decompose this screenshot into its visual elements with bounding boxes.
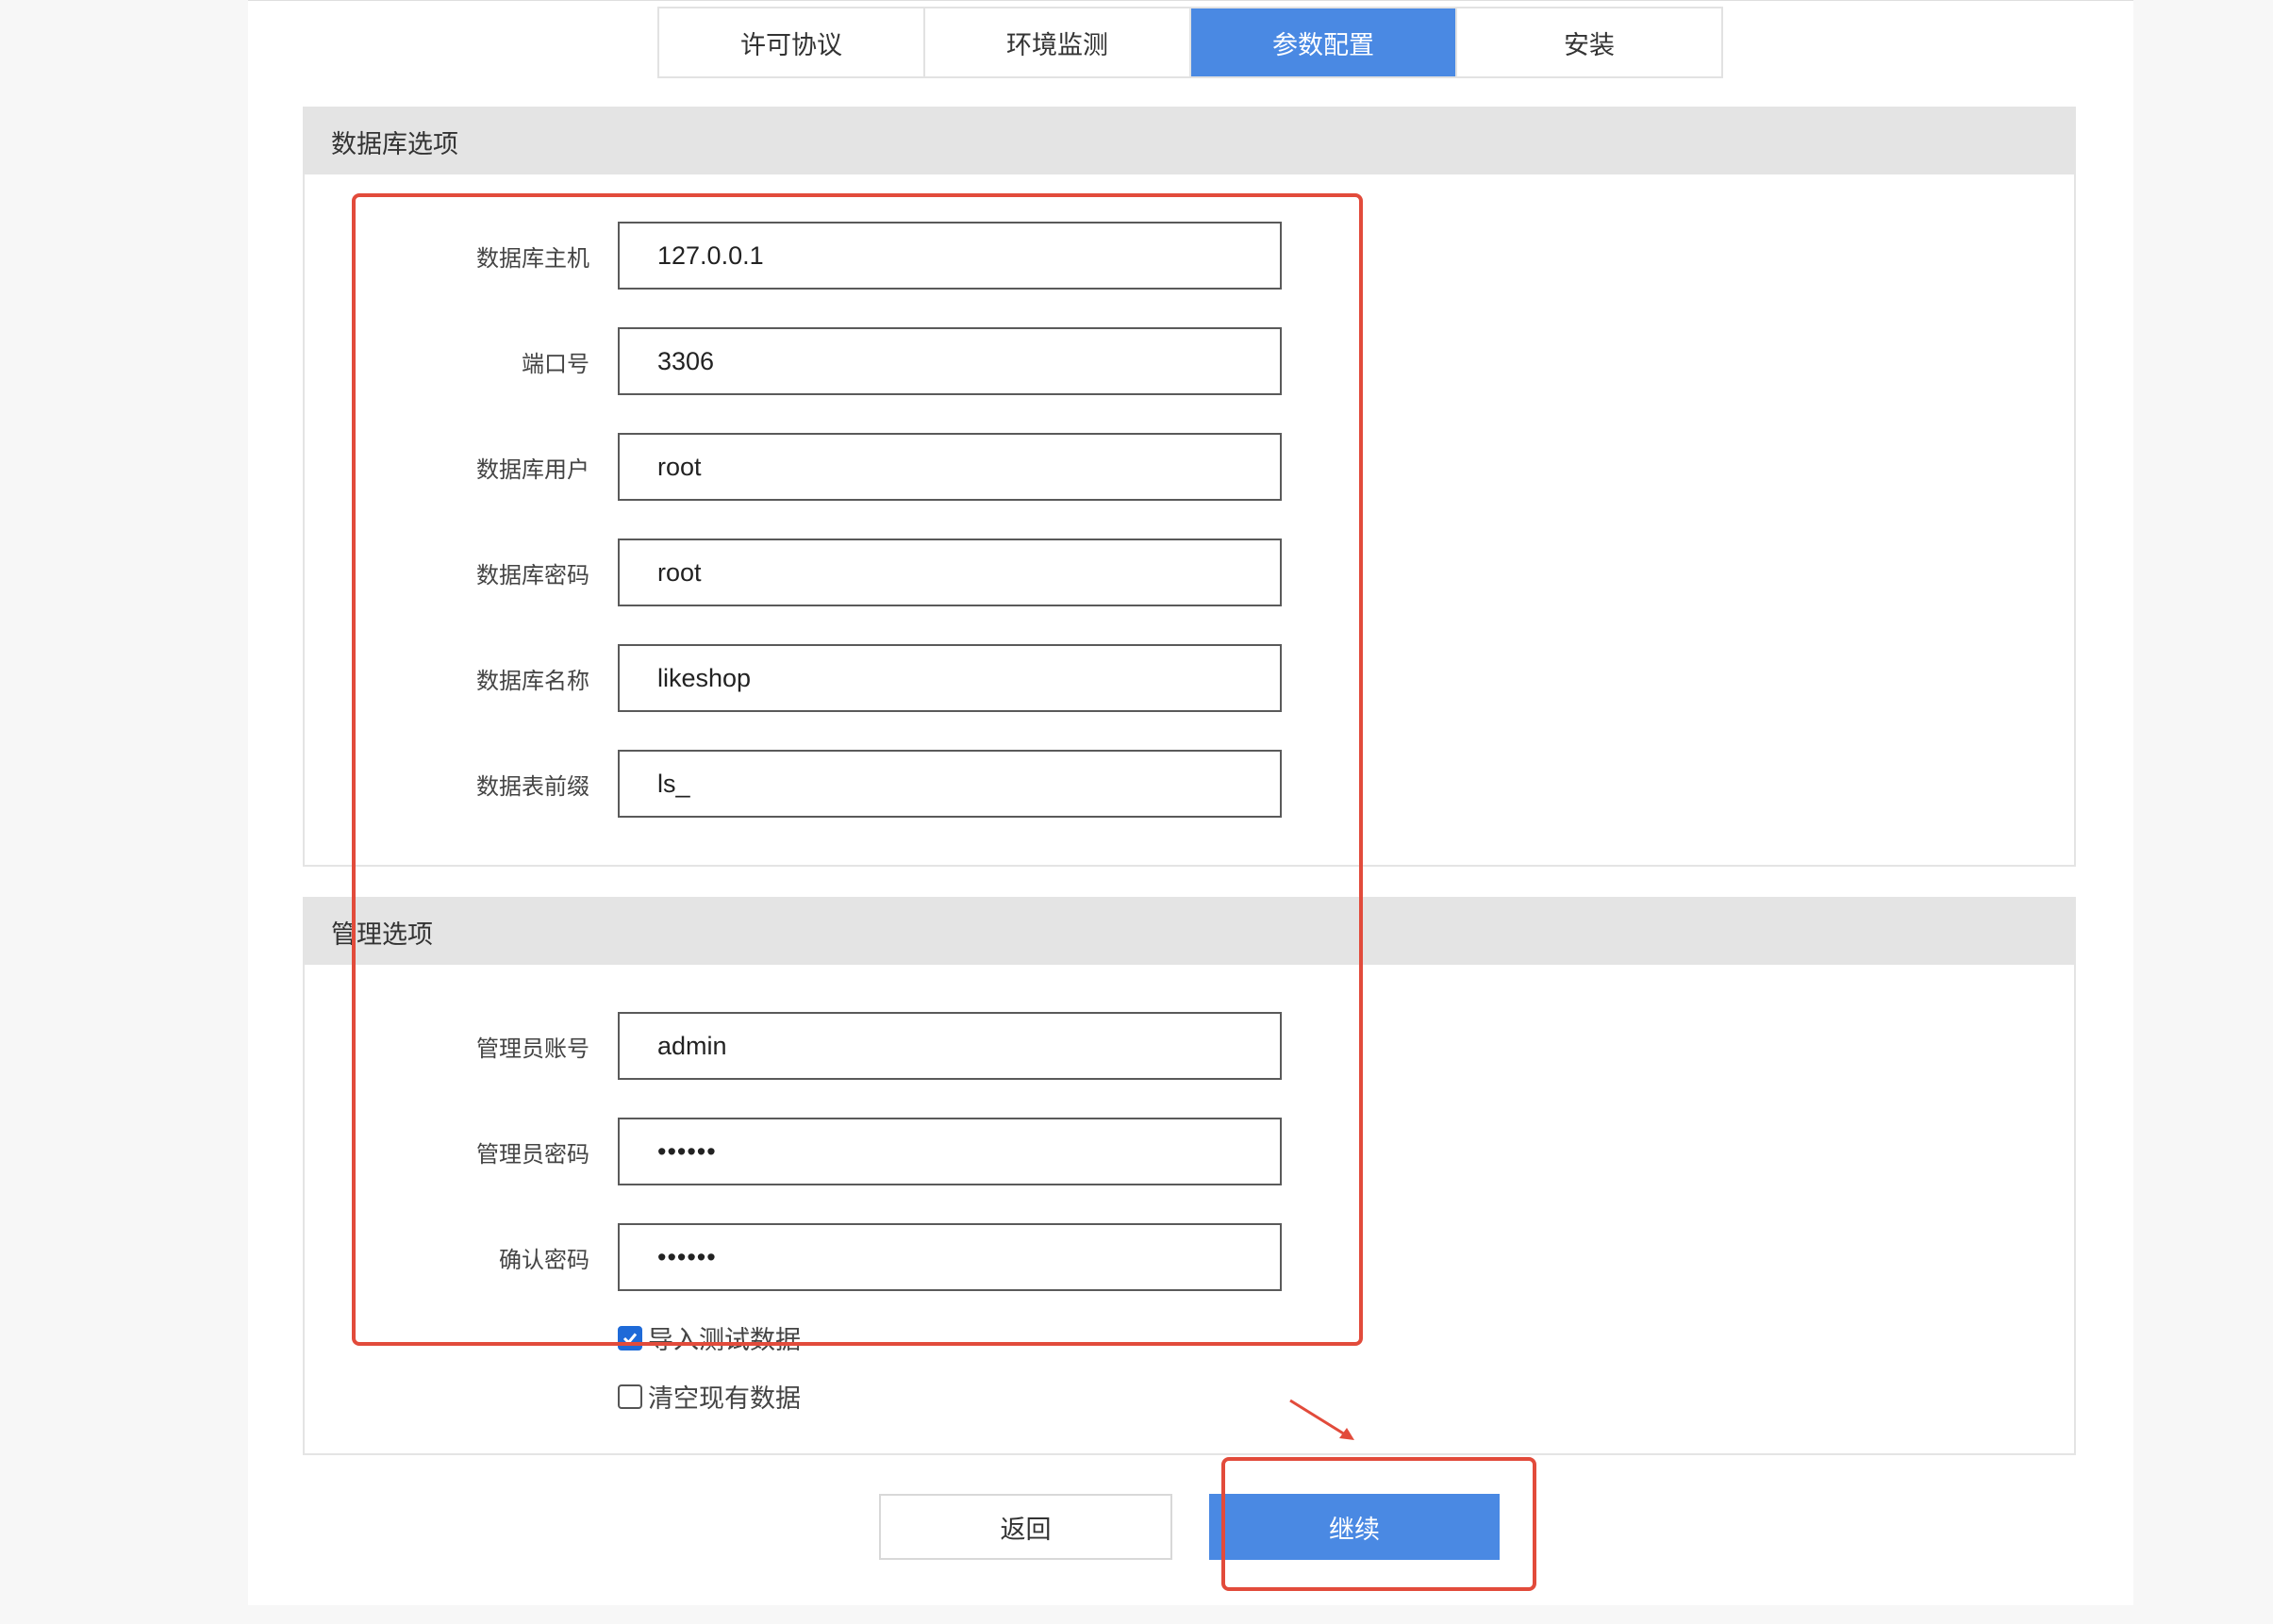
admin-account-label: 管理员账号 <box>476 1035 589 1062</box>
form-row-admin-password: 管理员密码 <box>305 1118 1282 1185</box>
import-test-data-checkbox[interactable]: 导入测试数据 <box>618 1319 801 1356</box>
install-wizard-page: 许可协议 环境监测 参数配置 安装 数据库选项 数据库主机 端口号 数据库用户 … <box>248 0 2133 1605</box>
db-port-label: 端口号 <box>522 350 589 377</box>
db-name-input[interactable] <box>618 644 1282 712</box>
admin-password-input[interactable] <box>618 1118 1282 1185</box>
form-row-db-user: 数据库用户 <box>305 433 1282 501</box>
tab-environment-check[interactable]: 环境监测 <box>925 8 1191 76</box>
import-test-data-label: 导入测试数据 <box>648 1326 801 1355</box>
admin-options-section: 管理选项 管理员账号 管理员密码 确认密码 导入测试数据 清空现有数据 <box>303 897 2076 1455</box>
confirm-password-label: 确认密码 <box>499 1246 589 1273</box>
wizard-steps: 许可协议 环境监测 参数配置 安装 <box>657 7 1723 78</box>
checkbox-unchecked-icon[interactable] <box>618 1384 642 1409</box>
form-row-confirm-password: 确认密码 <box>305 1223 1282 1291</box>
tab-install[interactable]: 安装 <box>1457 8 1721 76</box>
continue-button[interactable]: 继续 <box>1209 1494 1500 1560</box>
db-password-label: 数据库密码 <box>476 561 589 588</box>
db-password-input[interactable] <box>618 539 1282 606</box>
db-port-input[interactable] <box>618 327 1282 395</box>
form-row-db-name: 数据库名称 <box>305 644 1282 712</box>
database-options-title: 数据库选项 <box>305 108 2074 174</box>
confirm-password-input[interactable] <box>618 1223 1282 1291</box>
arrow-annotation-icon <box>1289 1399 1354 1440</box>
form-row-db-host: 数据库主机 <box>305 222 1282 290</box>
admin-account-input[interactable] <box>618 1012 1282 1080</box>
admin-options-title: 管理选项 <box>305 899 2074 965</box>
clear-existing-data-checkbox[interactable]: 清空现有数据 <box>618 1378 801 1415</box>
tab-parameter-config[interactable]: 参数配置 <box>1191 8 1457 76</box>
table-prefix-input[interactable] <box>618 750 1282 818</box>
db-host-label: 数据库主机 <box>476 244 589 272</box>
db-name-label: 数据库名称 <box>476 667 589 694</box>
admin-password-label: 管理员密码 <box>476 1140 589 1168</box>
db-host-input[interactable] <box>618 222 1282 290</box>
form-row-db-port: 端口号 <box>305 327 1282 395</box>
back-button[interactable]: 返回 <box>879 1494 1172 1560</box>
form-row-table-prefix: 数据表前缀 <box>305 750 1282 818</box>
checkbox-checked-icon[interactable] <box>618 1325 642 1351</box>
clear-existing-data-label: 清空现有数据 <box>648 1384 801 1414</box>
form-row-db-password: 数据库密码 <box>305 539 1282 606</box>
database-options-section: 数据库选项 数据库主机 端口号 数据库用户 数据库密码 数据库名称 数据表前缀 <box>303 107 2076 867</box>
table-prefix-label: 数据表前缀 <box>476 772 589 800</box>
db-user-input[interactable] <box>618 433 1282 501</box>
tab-license[interactable]: 许可协议 <box>659 8 925 76</box>
form-row-admin-account: 管理员账号 <box>305 1012 1282 1080</box>
db-user-label: 数据库用户 <box>476 456 589 483</box>
